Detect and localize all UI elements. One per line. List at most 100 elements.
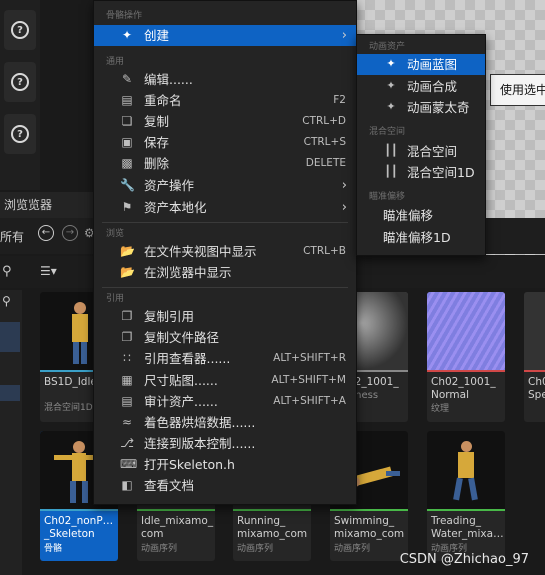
submenu-item-anim-composite[interactable]: ✦ 动画合成 [357,76,485,97]
asset-subname: Spe [528,389,545,401]
submenu-item-blend-space-1d[interactable]: ┃┃ 混合空间1D [357,162,485,183]
character-leg [468,477,478,501]
asset-name: Swimming_ [334,515,395,527]
section-label: 引用 [106,294,125,304]
menu-item-save[interactable]: ▣ 保存 CTRL+S [94,132,356,153]
section-label: 瞄准偏移 [369,192,406,202]
blend-space-icon: ┃┃ [384,165,398,178]
filter-icon[interactable]: ☰▾ [40,264,57,278]
chevron-right-icon: › [341,28,347,43]
menu-item-asset-actions[interactable]: 🔧 资产操作 › [94,175,356,196]
menu-item-duplicate[interactable]: ❏ 复制 CTRL+D [94,111,356,132]
shortcut: ALT+SHIFT+M [271,374,346,386]
search-icon[interactable]: ⚲ [2,294,11,308]
copy-icon: ❐ [121,330,133,344]
tab-label: 浏览览器 [4,198,53,212]
asset-type-bar [233,509,311,511]
menu-item-docs[interactable]: ◧ 查看文档 [94,475,356,496]
asset-name: Ch0 [528,376,545,388]
menu-item-open-source[interactable]: ⌨ 打开Skeleton.h [94,454,356,475]
asset-type: 动画序列 [141,544,178,554]
help-button[interactable]: ? [4,62,36,102]
asset-name: Idle_mixamo_ [141,515,214,527]
shortcut: CTRL+D [302,115,346,127]
asset-card[interactable]: Treading_ Water_mixa… 动画序列 [427,431,505,561]
menu-item-create[interactable]: ✦ 创建 › [94,25,356,46]
duplicate-icon: ❏ [121,114,133,128]
back-icon[interactable]: ← [38,225,54,241]
character-body [72,453,86,481]
shortcut: F2 [333,94,346,106]
tooltip: 使用选中 [490,74,545,106]
normal-map-preview [427,292,505,370]
asset-name-line2: mixamo_com [237,528,308,540]
submenu-item-aim-offset-1d[interactable]: 瞄准偏移1D [357,227,485,248]
steam-icon: ≈ [121,415,133,429]
menu-item-localize[interactable]: ⚑ 资产本地化 › [94,197,356,218]
watermark: CSDN @Zhichao_97 [399,552,529,567]
help-button[interactable]: ? [4,114,36,154]
search-icon[interactable]: ⚲ [2,264,12,279]
character-head [461,441,472,452]
menu-item-show-in-browser[interactable]: 📂 在浏览器中显示 [94,262,356,283]
audit-icon: ▤ [121,394,133,408]
asset-name: Ch02_nonP… [44,515,114,527]
anim-montage-icon: ✦ [386,100,396,113]
submenu-item-aim-offset[interactable]: 瞄准偏移 [357,205,485,226]
graph-icon: ∷ [123,351,131,365]
context-menu: 骨骼操作 ✦ 创建 › 通用 ✎ 编辑...... ▤ 重命名 F2 ❏ 复制 … [93,0,357,505]
content-browser-tab[interactable]: 浏览览器 [0,192,99,218]
asset-type-bar [524,370,545,372]
size-map-icon: ▦ [121,373,133,387]
menu-item-audit[interactable]: ▤ 审计资产...... ALT+SHIFT+A [94,391,356,412]
asset-card[interactable]: Ch02_1001_ Normal 纹理 [427,292,505,422]
rename-icon: ▤ [121,93,133,107]
help-button[interactable]: ? [4,10,36,50]
shortcut: ALT+SHIFT+R [273,352,346,364]
menu-item-delete[interactable]: ▩ 删除 DELETE [94,153,356,174]
divider [102,287,348,288]
asset-name-line2: mixamo_com [334,528,405,540]
submenu-item-blend-space[interactable]: ┃┃ 混合空间 [357,141,485,162]
menu-item-show-in-folder[interactable]: 📂 在文件夹视图中显示 CTRL+B [94,241,356,262]
menu-item-reference-viewer[interactable]: ∷ 引用查看器...... ALT+SHIFT+R [94,348,356,369]
flag-icon: ⚑ [121,200,133,214]
folder-tree-item[interactable] [0,385,20,401]
asset-name-line2: Water_mixa… [431,528,504,540]
asset-type-bar [427,370,505,372]
folder-tree-selected[interactable] [0,322,20,352]
left-panel: ? ? ? [0,0,40,190]
character-body [355,466,393,486]
shortcut: CTRL+B [303,245,346,257]
menu-item-rename[interactable]: ▤ 重命名 F2 [94,90,356,111]
section-label: 通用 [106,57,125,67]
book-icon: ◧ [121,478,133,492]
asset-thumbnail [427,292,505,370]
asset-type: 混合空间1D [44,403,93,413]
menu-item-shader-bake[interactable]: ≈ 着色器烘焙数据...... [94,412,356,433]
menu-item-source-control[interactable]: ⎇ 连接到版本控制...... [94,433,356,454]
chevron-right-icon: › [341,200,347,215]
asset-thumbnail [524,292,545,370]
asset-type: 动画序列 [237,544,274,554]
submenu-item-anim-blueprint[interactable]: ✦ 动画蓝图 [357,54,485,75]
trash-icon: ▩ [121,156,133,170]
shortcut: ALT+SHIFT+A [273,395,346,407]
asset-name-line2: com [141,528,164,540]
submenu-item-anim-montage[interactable]: ✦ 动画蒙太奇 [357,97,485,118]
divider [102,222,348,223]
character-leg [453,477,463,501]
asset-name-line2: _Skeleton [44,528,95,540]
menu-item-size-map[interactable]: ▦ 尺寸贴图...... ALT+SHIFT+M [94,370,356,391]
section-label: 骨骼操作 [106,11,143,21]
menu-item-copy-reference[interactable]: ❐ 复制引用 [94,306,356,327]
character-leg [82,481,88,503]
menu-item-copy-path[interactable]: ❐ 复制文件路径 [94,327,356,348]
menu-item-edit[interactable]: ✎ 编辑...... [94,69,356,90]
create-icon: ✦ [121,28,133,42]
asset-card[interactable]: Ch0 Spe [524,292,545,422]
asset-name: Treading_ [431,515,482,527]
asset-name: Running_ [237,515,286,527]
character-leg [386,471,400,476]
forward-icon[interactable]: → [62,225,78,241]
